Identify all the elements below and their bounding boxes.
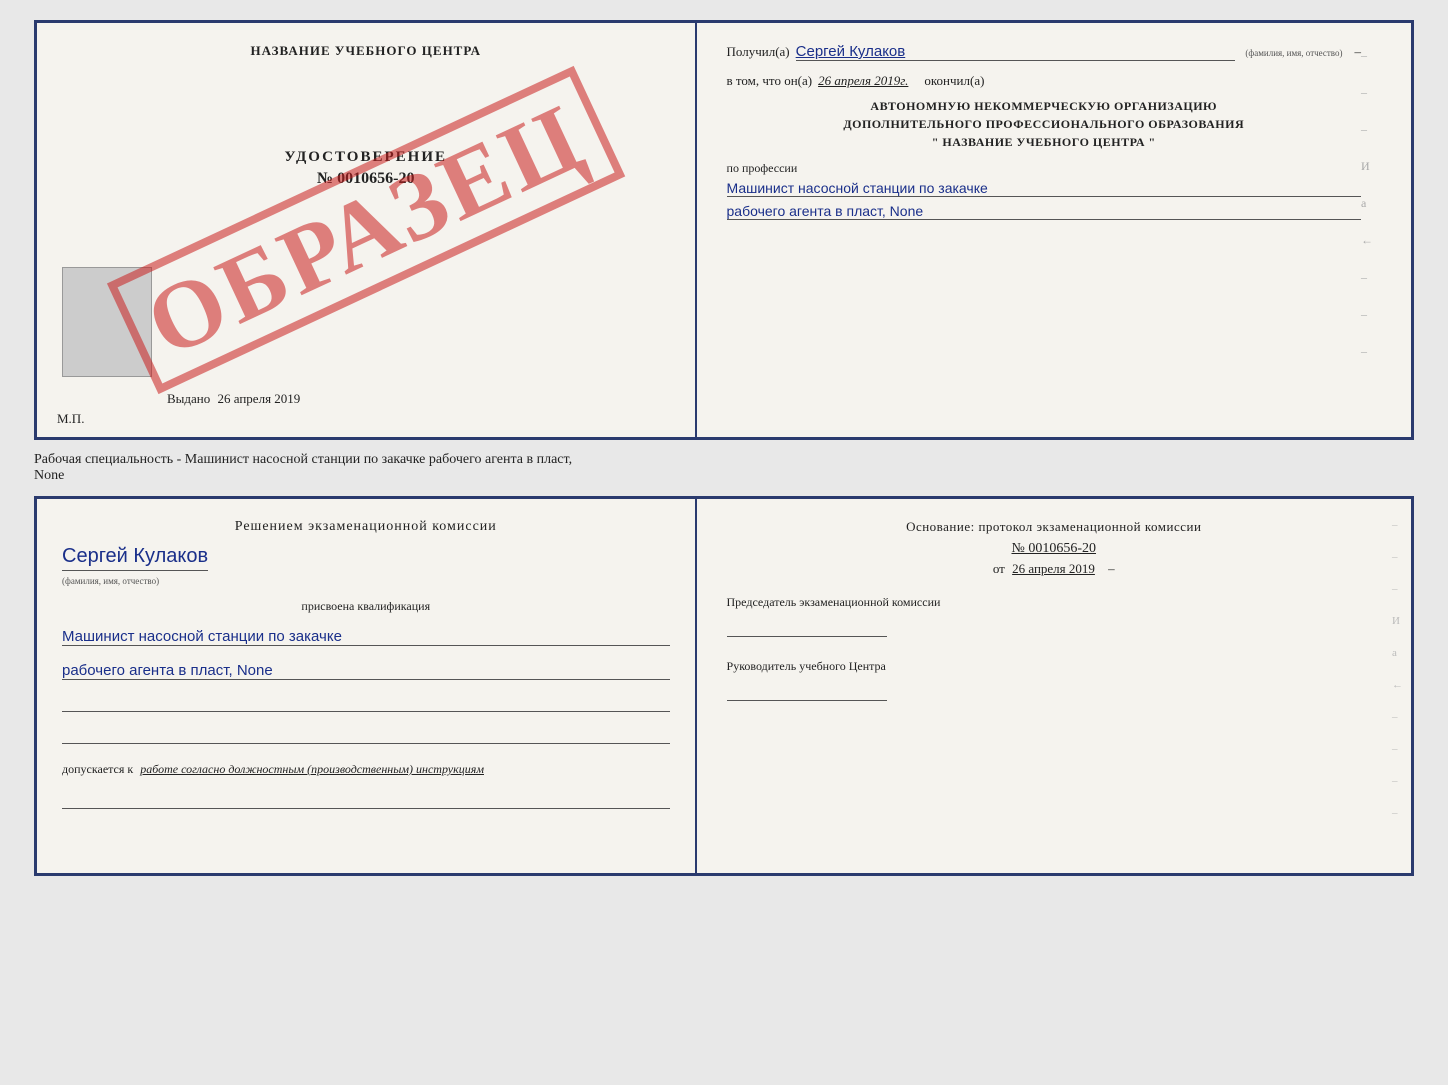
prof-value2: рабочего агента в пласт, None (727, 203, 1361, 220)
org-line2: ДОПОЛНИТЕЛЬНОГО ПРОФЕССИОНАЛЬНОГО ОБРАЗО… (727, 115, 1361, 133)
received-name: Сергей Кулаков (796, 43, 1236, 61)
photo-placeholder (62, 267, 152, 377)
head-signature-line (727, 681, 887, 701)
in-that-label: в том, что он(а) (727, 73, 813, 89)
issued-label: Выдано (167, 391, 210, 406)
admits-block: допускается к работе согласно должностны… (62, 762, 670, 777)
protocol-date-pre: от (993, 561, 1005, 576)
cert-number: № 0010656-20 (285, 170, 448, 188)
underline3 (62, 791, 670, 809)
bottom-right-dashes-col: – – – И а ← – – – – (1392, 519, 1403, 819)
obrazets-stamp: ОБРАЗЕЦ (107, 66, 625, 394)
prof-label: по профессии (727, 161, 1361, 176)
bottom-doc-left: Решением экзаменационной комиссии Сергей… (37, 499, 697, 873)
top-document: НАЗВАНИЕ УЧЕБНОГО ЦЕНТРА ОБРАЗЕЦ УДОСТОВ… (34, 20, 1414, 440)
bottom-person-name: Сергей Кулаков (62, 545, 208, 571)
document-container: НАЗВАНИЕ УЧЕБНОГО ЦЕНТРА ОБРАЗЕЦ УДОСТОВ… (34, 20, 1414, 876)
received-label: Получил(а) (727, 44, 790, 60)
profession-block: по профессии Машинист насосной станции п… (727, 161, 1361, 220)
assigned-label: присвоена квалификация (62, 599, 670, 614)
prof-value1: Машинист насосной станции по закачке (727, 180, 1361, 197)
org-line1: АВТОНОМНУЮ НЕКОММЕРЧЕСКУЮ ОРГАНИЗАЦИЮ (727, 97, 1361, 115)
in-that-row: в том, что он(а) 26 апреля 2019г. окончи… (727, 73, 1361, 89)
qual-value1: Машинист насосной станции по закачке (62, 628, 670, 646)
issued-date-line: Выдано 26 апреля 2019 (167, 391, 300, 407)
mp-label: М.П. (57, 411, 84, 427)
bottom-right-main: Основание: протокол экзаменационной коми… (727, 519, 1381, 701)
protocol-date-value: 26 апреля 2019 (1012, 561, 1095, 576)
bottom-person-name-block: Сергей Кулаков (фамилия, имя, отчество) (62, 545, 670, 589)
bottom-document: Решением экзаменационной комиссии Сергей… (34, 496, 1414, 876)
description-text1: Рабочая специальность - Машинист насосно… (34, 452, 1414, 468)
org-block: АВТОНОМНУЮ НЕКОММЕРЧЕСКУЮ ОРГАНИЗАЦИЮ ДО… (727, 97, 1361, 151)
cert-title-block: УДОСТОВЕРЕНИЕ № 0010656-20 (285, 149, 448, 188)
description-text2: None (34, 468, 1414, 484)
top-doc-left: НАЗВАНИЕ УЧЕБНОГО ЦЕНТРА ОБРАЗЕЦ УДОСТОВ… (37, 23, 697, 437)
bottom-right-inner: Основание: протокол экзаменационной коми… (727, 519, 1381, 701)
top-right-main: Получил(а) Сергей Кулаков (фамилия, имя,… (727, 43, 1361, 359)
decision-title: Решением экзаменационной комиссии (62, 519, 670, 535)
issued-date: 26 апреля 2019 (218, 391, 301, 406)
basis-title: Основание: протокол экзаменационной коми… (727, 519, 1381, 535)
received-row: Получил(а) Сергей Кулаков (фамилия, имя,… (727, 43, 1361, 61)
top-doc-right: Получил(а) Сергей Кулаков (фамилия, имя,… (697, 23, 1411, 437)
chairman-block: Председатель экзаменационной комиссии (727, 593, 1381, 637)
cert-title: УДОСТОВЕРЕНИЕ (285, 149, 448, 166)
protocol-date-row: от 26 апреля 2019 – (727, 561, 1381, 577)
underline1 (62, 694, 670, 712)
bottom-name-subtitle: (фамилия, имя, отчество) (62, 576, 159, 586)
description-line: Рабочая специальность - Машинист насосно… (34, 448, 1414, 488)
top-left-center-title: НАЗВАНИЕ УЧЕБНОГО ЦЕНТРА (250, 43, 481, 59)
head-label: Руководитель учебного Центра (727, 657, 1381, 675)
org-line3: " НАЗВАНИЕ УЧЕБНОГО ЦЕНТРА " (727, 133, 1361, 151)
bottom-doc-right: Основание: протокол экзаменационной коми… (697, 499, 1411, 873)
qual-value2: рабочего агента в пласт, None (62, 662, 670, 680)
head-block: Руководитель учебного Центра (727, 657, 1381, 701)
admits-value: работе согласно должностным (производств… (140, 762, 484, 776)
top-right-section: Получил(а) Сергей Кулаков (фамилия, имя,… (727, 43, 1381, 359)
underline2 (62, 726, 670, 744)
top-right-dashes-col: – – – И а ← – – – (1361, 43, 1381, 359)
name-subtitle: (фамилия, имя, отчество) (1245, 48, 1342, 58)
finished-label: окончил(а) (924, 73, 984, 89)
protocol-number: № 0010656-20 (727, 541, 1381, 557)
chairman-label: Председатель экзаменационной комиссии (727, 593, 1381, 611)
in-that-date: 26 апреля 2019г. (818, 73, 908, 89)
chairman-signature-line (727, 617, 887, 637)
protocol-dash: – (1108, 561, 1115, 576)
admits-label-text: допускается к (62, 762, 133, 776)
